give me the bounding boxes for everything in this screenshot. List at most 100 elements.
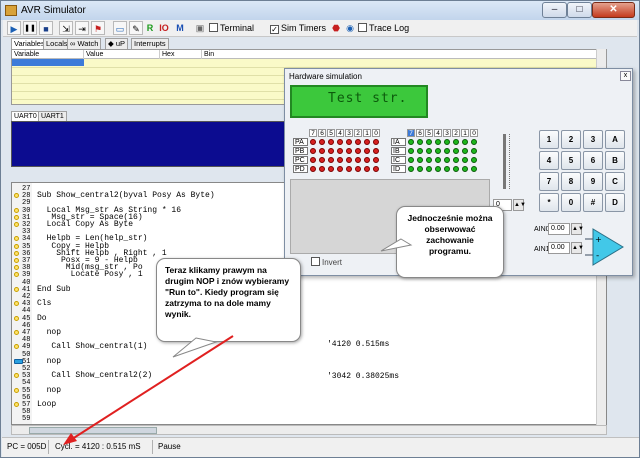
port-led[interactable]	[346, 139, 352, 145]
port-led[interactable]	[337, 139, 343, 145]
step-over-button[interactable]: ⇥	[75, 21, 89, 35]
pin-led[interactable]	[426, 139, 432, 145]
port-led[interactable]	[337, 148, 343, 154]
run-button[interactable]: ▶	[7, 21, 21, 35]
port-led[interactable]	[364, 157, 370, 163]
pin-led[interactable]	[453, 148, 459, 154]
pin-led[interactable]	[435, 139, 441, 145]
trace-log-check[interactable]	[358, 23, 367, 32]
breakpoint-dot-icon[interactable]	[14, 250, 19, 256]
keypad-key[interactable]: 4	[539, 151, 559, 170]
minimize-button[interactable]: –	[542, 2, 567, 18]
tab-watch[interactable]: ∞ Watch	[67, 38, 102, 49]
port-led[interactable]	[328, 139, 334, 145]
port-led[interactable]	[346, 157, 352, 163]
port-led[interactable]	[328, 148, 334, 154]
slider-spin-button[interactable]: ▲▼	[513, 199, 526, 211]
port-led[interactable]	[346, 166, 352, 172]
pin-led[interactable]	[408, 139, 414, 145]
code-line[interactable]: Call Show_central(1)	[37, 342, 147, 351]
keypad-key[interactable]: C	[605, 172, 625, 191]
pin-led[interactable]	[426, 148, 432, 154]
breakpoint-dot-icon[interactable]	[14, 214, 19, 220]
terminal-checkbox[interactable]: Terminal	[209, 21, 259, 35]
tab-interrupts[interactable]: Interrupts	[131, 38, 169, 49]
pin-led[interactable]	[471, 148, 477, 154]
port-led[interactable]	[355, 166, 361, 172]
keypad-key[interactable]: D	[605, 193, 625, 212]
code-line[interactable]: Call Show_central2(2)	[37, 371, 152, 380]
help-icon[interactable]: ◉	[344, 21, 356, 35]
tab-uart0[interactable]: UART0	[11, 111, 40, 121]
keypad-key[interactable]: 7	[539, 172, 559, 191]
port-led[interactable]	[373, 139, 379, 145]
maximize-button[interactable]: □	[567, 2, 592, 18]
port-led[interactable]	[364, 139, 370, 145]
keypad-key[interactable]: 5	[561, 151, 581, 170]
keypad-key[interactable]: 0	[561, 193, 581, 212]
pin-led[interactable]	[471, 157, 477, 163]
port-led[interactable]	[310, 157, 316, 163]
breakpoint-dot-icon[interactable]	[14, 330, 19, 335]
pin-led[interactable]	[453, 139, 459, 145]
hw-close-button[interactable]: x	[620, 71, 631, 81]
close-button[interactable]: ✕	[592, 2, 635, 18]
pin-led[interactable]	[417, 166, 423, 172]
port-led[interactable]	[355, 148, 361, 154]
col-hex[interactable]: Hex	[160, 50, 202, 59]
sim-timers-check[interactable]: ✓	[270, 25, 279, 34]
ain0-field[interactable]: 0.00	[548, 223, 570, 235]
pin-led[interactable]	[408, 157, 414, 163]
port-led[interactable]	[373, 166, 379, 172]
code-line[interactable]: nop	[37, 357, 61, 366]
port-led[interactable]	[364, 166, 370, 172]
step-into-button[interactable]: ⇲	[59, 21, 73, 35]
keypad-key[interactable]: 2	[561, 130, 581, 149]
code-line[interactable]: nop	[37, 328, 61, 337]
stop-button[interactable]: ■	[39, 21, 53, 35]
io-button[interactable]: IO	[157, 21, 171, 35]
port-led[interactable]	[310, 166, 316, 172]
current-line-arrow-icon[interactable]	[14, 358, 23, 364]
pin-led[interactable]	[444, 157, 450, 163]
hardware-button[interactable]: ▭	[113, 21, 127, 35]
breakpoint-dot-icon[interactable]	[14, 315, 19, 321]
pin-led[interactable]	[462, 166, 468, 172]
breakpoint-dot-icon[interactable]	[14, 222, 19, 227]
terminal-check[interactable]	[209, 23, 218, 32]
pin-led[interactable]	[444, 148, 450, 154]
keypad-key[interactable]: A	[605, 130, 625, 149]
pin-led[interactable]	[444, 139, 450, 145]
keypad-key[interactable]: *	[539, 193, 559, 212]
keypad-key[interactable]: B	[605, 151, 625, 170]
port-led[interactable]	[319, 148, 325, 154]
horizontal-scrollbar[interactable]	[11, 425, 607, 435]
pause-button[interactable]: ❚❚	[23, 21, 37, 35]
port-led[interactable]	[373, 148, 379, 154]
adc-slider[interactable]	[503, 134, 506, 189]
col-variable[interactable]: Variable	[12, 50, 84, 59]
run-to-cursor-button[interactable]: ⚑	[91, 21, 105, 35]
pin-led[interactable]	[417, 157, 423, 163]
rec-button[interactable]: R	[145, 21, 155, 35]
code-line[interactable]: Do	[37, 314, 47, 323]
breakpoint-dot-icon[interactable]	[14, 387, 19, 393]
ain1-field[interactable]: 0.00	[548, 242, 570, 254]
port-led[interactable]	[364, 148, 370, 154]
port-led[interactable]	[373, 157, 379, 163]
breakpoint-dot-icon[interactable]	[14, 286, 19, 292]
pin-led[interactable]	[444, 166, 450, 172]
code-line[interactable]: Sub Show_central2(byval Posy As Byte)	[37, 191, 215, 200]
keypad-key[interactable]: 9	[583, 172, 603, 191]
code-line[interactable]: Local Copy As Byte	[37, 220, 133, 229]
pin-led[interactable]	[408, 166, 414, 172]
port-led[interactable]	[355, 139, 361, 145]
port-led[interactable]	[310, 148, 316, 154]
breakpoint-dot-icon[interactable]	[14, 243, 19, 249]
code-line[interactable]: Locate Posy , 1	[37, 270, 143, 279]
trace-log-checkbox[interactable]: Trace Log	[358, 21, 416, 35]
stop-sign-icon[interactable]: ⬣	[330, 21, 342, 35]
pin-led[interactable]	[426, 166, 432, 172]
invert-check[interactable]	[311, 257, 320, 266]
keypad-key[interactable]: 8	[561, 172, 581, 191]
